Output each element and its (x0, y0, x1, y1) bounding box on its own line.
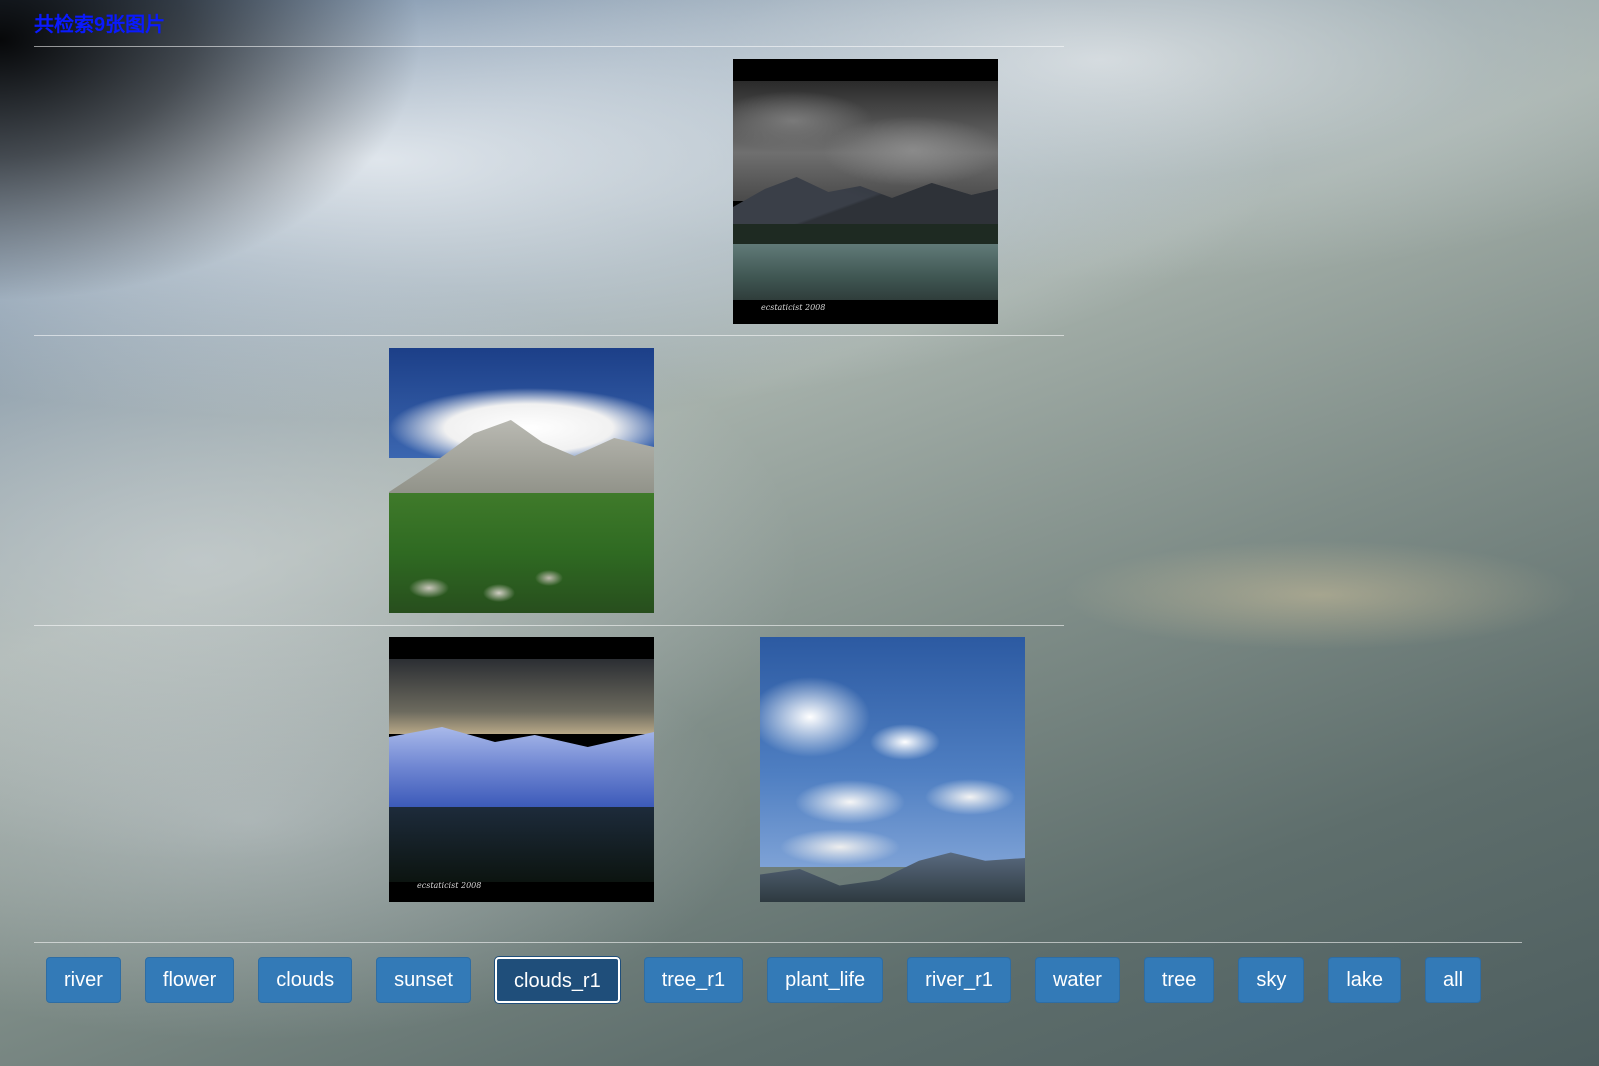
photo-sky (389, 659, 654, 734)
gallery-image-snowy-mountains[interactable]: ecstaticist 2008 (389, 637, 654, 902)
divider (34, 942, 1522, 943)
photo-rocks (389, 548, 654, 613)
tag-button-lake[interactable]: lake (1328, 957, 1402, 1003)
result-count-label: 共检索9张图片 (34, 14, 166, 36)
tag-button-river[interactable]: river (46, 957, 121, 1003)
tag-button-tree-r1[interactable]: tree_r1 (643, 957, 744, 1003)
divider (34, 46, 1064, 47)
tag-button-clouds[interactable]: clouds (258, 957, 353, 1003)
divider (34, 625, 1064, 626)
gallery-image-stormy-lake[interactable]: ecstaticist 2008 (733, 59, 998, 324)
tag-button-flower[interactable]: flower (144, 957, 235, 1003)
photo-clouds (760, 657, 1025, 867)
divider (34, 335, 1064, 336)
tag-filter-bar: river flower clouds sunset clouds_r1 tre… (46, 957, 1482, 1003)
photo-trees (733, 224, 998, 244)
photo-forest (389, 807, 654, 882)
background-river-glow (1060, 540, 1580, 650)
image-caption: ecstaticist 2008 (761, 303, 826, 312)
tag-button-sunset[interactable]: sunset (376, 957, 471, 1003)
photo-sky (733, 81, 998, 201)
gallery-image-mountain-meadow[interactable] (389, 348, 654, 613)
photo-water (733, 244, 998, 300)
tag-button-all[interactable]: all (1425, 957, 1482, 1003)
image-caption: ecstaticist 2008 (417, 881, 482, 890)
tag-button-water[interactable]: water (1034, 957, 1120, 1003)
tag-button-sky[interactable]: sky (1238, 957, 1305, 1003)
tag-button-river-r1[interactable]: river_r1 (907, 957, 1011, 1003)
tag-button-tree[interactable]: tree (1143, 957, 1215, 1003)
gallery-image-blue-sky-clouds[interactable] (760, 637, 1025, 902)
tag-button-clouds-r1[interactable]: clouds_r1 (495, 957, 620, 1003)
tag-button-plant-life[interactable]: plant_life (767, 957, 884, 1003)
